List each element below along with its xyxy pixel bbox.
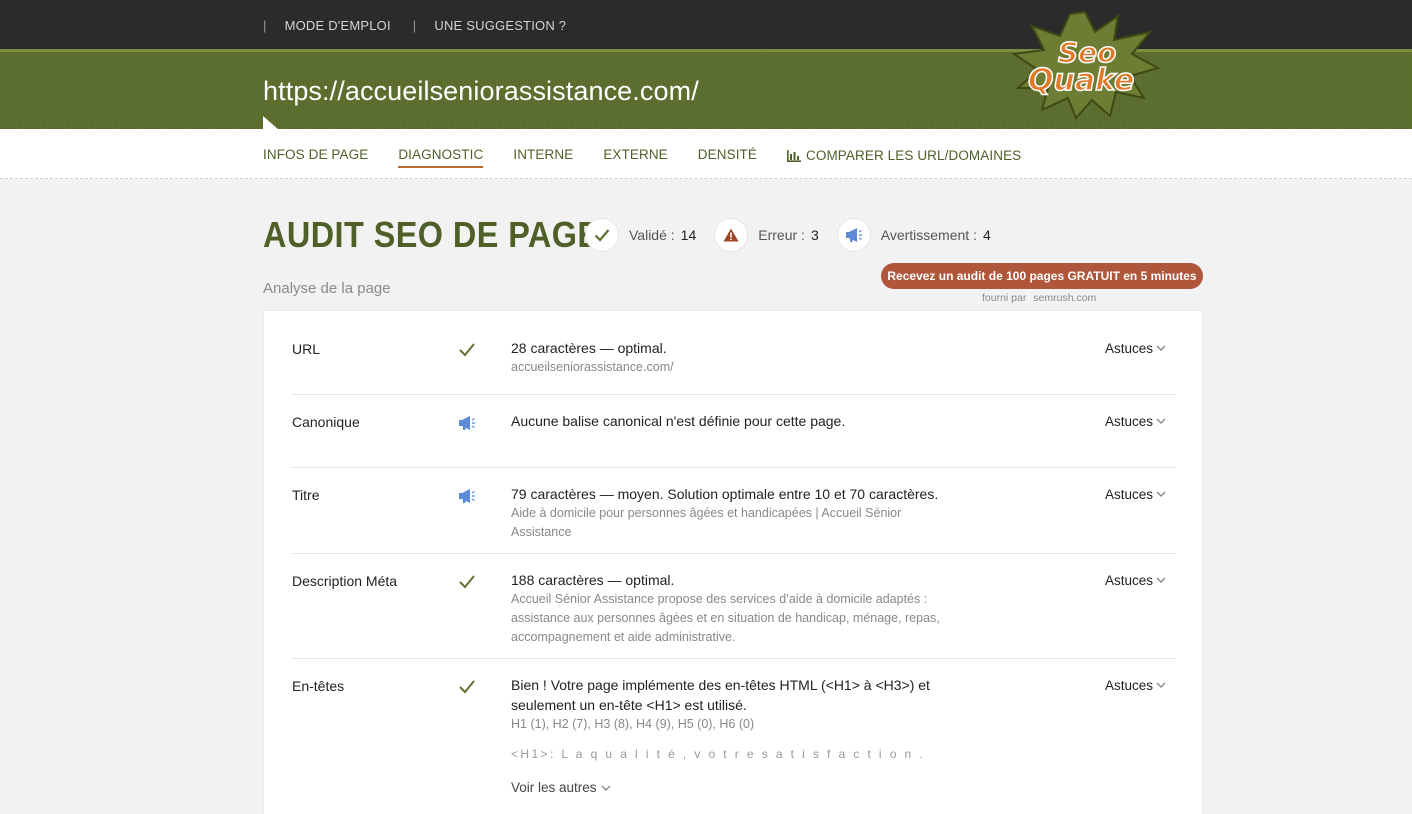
tips-toggle[interactable]: Astuces [1105,414,1166,429]
page-url-title: https://accueilseniorassistance.com/ [263,76,699,106]
logo-quake-text: Quake [1028,63,1134,98]
chevron-down-icon [1156,682,1166,688]
error-label: Erreur : [758,227,805,243]
audit-row-url: URL 28 caractères — optimal. accueilseni… [292,311,1175,395]
row-content: 188 caractères — optimal. Accueil Sénior… [511,570,951,647]
free-audit-button[interactable]: Recevez un audit de 100 pages GRATUIT en… [881,263,1203,289]
row-content: Aucune balise canonical n'est définie po… [511,411,951,431]
top-bar: | MODE D'EMPLOI | UNE SUGGESTION ? [0,0,1412,49]
see-more-label: Voir les autres [511,780,597,795]
valid-label: Validé : [629,227,675,243]
tips-toggle[interactable]: Astuces [1105,678,1166,693]
tips-label: Astuces [1105,341,1154,356]
audit-stats: Validé : 14 Erreur : 3 Avertissement : 4 [585,218,1009,252]
tips-label: Astuces [1105,573,1154,588]
stat-valid: Validé : 14 [585,218,696,252]
chevron-down-icon [1156,491,1166,497]
row-main-text: 28 caractères — optimal. [511,340,667,356]
stat-error: Erreur : 3 [714,218,819,252]
row-main-text: 188 caractères — optimal. [511,572,675,588]
tips-label: Astuces [1105,414,1154,429]
valid-count: 14 [680,227,697,243]
page-title: AUDIT SEO DE PAGE [263,214,600,255]
tabs: INFOS DE PAGE DIAGNOSTIC INTERNE EXTERNE… [263,147,1051,168]
tab-diagnostic[interactable]: DIAGNOSTIC [398,147,484,168]
chevron-down-icon [1156,418,1166,424]
top-nav-separator: | [263,18,267,33]
tab-interne[interactable]: INTERNE [513,147,573,168]
tab-densite[interactable]: DENSITÉ [698,147,757,168]
row-sub-text: Aide à domicile pour personnes âgées et … [511,506,902,539]
tab-comparer-label: COMPARER LES URL/DOMAINES [806,148,1022,163]
audit-results-panel: URL 28 caractères — optimal. accueilseni… [263,310,1203,814]
page-subtitle: Analyse de la page [263,280,391,297]
see-more-toggle[interactable]: Voir les autres [511,778,941,798]
tab-comparer[interactable]: COMPARER LES URL/DOMAINES [787,147,1021,168]
tips-toggle[interactable]: Astuces [1105,573,1166,588]
seoquake-logo: Seo Quake [1011,10,1160,120]
audit-row-title: Titre 79 caractères — moyen. Solution op… [292,468,1175,554]
tab-bar: INFOS DE PAGE DIAGNOSTIC INTERNE EXTERNE… [0,129,1412,179]
error-icon-circle [714,218,749,252]
top-nav-link-suggestion[interactable]: UNE SUGGESTION ? [434,18,566,33]
row-main-text: Aucune balise canonical n'est définie po… [511,413,846,429]
row-label: En-têtes [292,678,345,694]
row-label: Canonique [292,414,360,430]
row-sub-text: Accueil Sénior Assistance propose des se… [511,592,940,644]
powered-by-label: fourni par [982,292,1027,304]
row-main-text: Bien ! Votre page implémente des en-tête… [511,677,930,713]
row-sub-text: H1 (1), H2 (7), H3 (8), H4 (9), H5 (0), … [511,717,755,731]
row-content: 28 caractères — optimal. accueilsenioras… [511,338,951,377]
top-nav-link-mode-emploi[interactable]: MODE D'EMPLOI [285,18,391,33]
megaphone-icon [845,228,862,242]
tab-externe[interactable]: EXTERNE [603,147,667,168]
tab-infos-de-page[interactable]: INFOS DE PAGE [263,147,368,168]
page-header: https://accueilseniorassistance.com/ [0,49,1412,130]
tips-toggle[interactable]: Astuces [1105,341,1166,356]
row-label: URL [292,341,321,357]
valid-icon-circle [585,218,619,252]
stat-warning: Avertissement : 4 [836,218,991,252]
chevron-down-icon [1156,345,1166,351]
row-content: 79 caractères — moyen. Solution optimale… [511,484,971,542]
warning-label: Avertissement : [880,227,977,243]
row-sub-text: accueilseniorassistance.com/ [511,360,674,374]
powered-by: fourni par semrush.com [982,292,1096,304]
row-label: Description Méta [292,573,398,589]
audit-row-canonical: Canonique Aucune balise canonical n'est … [292,395,1175,468]
error-triangle-icon [723,228,739,242]
bar-chart-icon [787,149,801,162]
check-icon [459,343,475,357]
warning-count: 4 [982,227,991,243]
h1-content: <H1>: L a q u a l i t é , v o t r e s a … [511,747,926,761]
row-content: Bien ! Votre page implémente des en-tête… [511,675,941,798]
header-notch [263,116,279,130]
tips-label: Astuces [1105,678,1154,693]
check-icon [594,229,610,242]
top-nav-separator: | [412,18,417,33]
row-label: Titre [292,487,320,503]
audit-row-headings: En-têtes Bien ! Votre page implémente de… [292,659,1175,814]
check-icon [459,680,475,694]
top-nav: | MODE D'EMPLOI | UNE SUGGESTION ? [263,18,588,33]
tips-label: Astuces [1105,487,1154,502]
audit-row-meta-description: Description Méta 188 caractères — optima… [292,554,1175,659]
chevron-down-icon [1156,577,1166,583]
check-icon [459,575,475,589]
error-count: 3 [810,227,819,243]
powered-by-site[interactable]: semrush.com [1033,292,1096,304]
megaphone-icon [459,416,475,430]
tips-toggle[interactable]: Astuces [1105,487,1166,502]
warning-icon-circle [836,218,871,252]
row-main-text: 79 caractères — moyen. Solution optimale… [511,486,939,502]
chevron-down-icon [601,785,611,791]
megaphone-icon [459,489,475,503]
